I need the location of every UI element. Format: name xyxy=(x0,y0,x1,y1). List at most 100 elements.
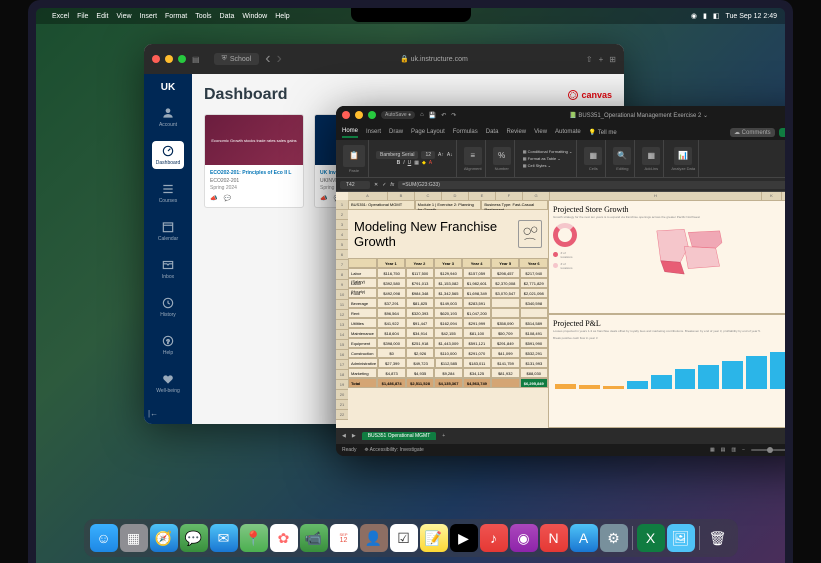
dock-music[interactable]: ♪ xyxy=(480,524,508,552)
tab-automate[interactable]: Automate xyxy=(555,127,581,137)
bold-button[interactable]: B xyxy=(397,160,401,166)
title-cell[interactable]: Module 1 | Exercise 2: Planning for Grow… xyxy=(415,200,482,210)
tab-review[interactable]: Review xyxy=(506,127,526,137)
share-icon[interactable]: ⇧ xyxy=(586,55,593,64)
announcements-icon[interactable]: 📣 xyxy=(320,195,327,202)
chart-store-growth[interactable]: Projected Store Growth Growth strategy f… xyxy=(548,200,785,314)
forward-icon[interactable]: › xyxy=(277,50,282,68)
underline-button[interactable]: U xyxy=(408,160,412,166)
fx-icon[interactable]: fx xyxy=(390,182,394,188)
sidebar-help[interactable]: ?Help xyxy=(152,331,184,359)
url-bar[interactable]: 🔒 uk.instructure.com xyxy=(288,55,580,63)
dock-settings[interactable]: ⚙ xyxy=(600,524,628,552)
dock-safari[interactable]: 🧭 xyxy=(150,524,178,552)
menu-help[interactable]: Help xyxy=(275,13,289,20)
italic-button[interactable]: I xyxy=(403,160,404,166)
font-color-button[interactable]: A xyxy=(429,160,432,166)
menu-format[interactable]: Format xyxy=(165,13,187,20)
tab-draw[interactable]: Draw xyxy=(389,127,403,137)
status-accessibility[interactable]: ⛯ Accessibility: Investigate xyxy=(364,447,423,453)
dock-launchpad[interactable]: ▦ xyxy=(120,524,148,552)
cancel-icon[interactable]: ✕ xyxy=(374,182,378,188)
undo-icon[interactable]: ↶ xyxy=(441,112,446,119)
menu-tools[interactable]: Tools xyxy=(195,13,211,20)
share-button[interactable]: ☁ Share ⌄ xyxy=(779,128,785,137)
close-button[interactable] xyxy=(152,55,160,63)
zoom-out-icon[interactable]: − xyxy=(742,447,745,453)
sidebar-wellbeing[interactable]: Well-being xyxy=(152,369,184,397)
menu-insert[interactable]: Insert xyxy=(140,13,158,20)
dock-photos[interactable]: ✿ xyxy=(270,524,298,552)
alignment-button[interactable]: ≡ xyxy=(464,147,482,165)
sidebar-calendar[interactable]: Calendar xyxy=(152,217,184,245)
enter-icon[interactable]: ✓ xyxy=(382,182,386,188)
view-break-icon[interactable]: ▥ xyxy=(731,447,736,453)
analyze-button[interactable]: 📊 xyxy=(674,147,692,165)
course-card[interactable]: Economic Growth stocks trade rates sales… xyxy=(204,114,304,208)
dock-mail[interactable]: ✉ xyxy=(210,524,238,552)
spreadsheet[interactable]: ABCDEFGHKLM 1234567891011121314151617181… xyxy=(336,192,785,428)
cells-button[interactable]: ▦ xyxy=(584,147,602,165)
dock-reminders[interactable]: ☑ xyxy=(390,524,418,552)
wifi-icon[interactable]: ◉ xyxy=(691,12,697,20)
dock-trash[interactable]: 🗑 xyxy=(704,524,732,552)
maximize-button[interactable] xyxy=(178,55,186,63)
announcements-icon[interactable]: 📣 xyxy=(210,195,217,202)
menu-data[interactable]: Data xyxy=(220,13,235,20)
menu-window[interactable]: Window xyxy=(242,13,267,20)
control-center-icon[interactable]: ◧ xyxy=(713,12,720,20)
add-sheet-icon[interactable]: + xyxy=(442,433,445,439)
view-normal-icon[interactable]: ▦ xyxy=(710,447,715,453)
menu-file[interactable]: File xyxy=(77,13,88,20)
comments-button[interactable]: ☁ Comments xyxy=(730,128,775,137)
sidebar-dashboard[interactable]: Dashboard xyxy=(152,141,184,169)
sidebar-account[interactable]: Account xyxy=(152,103,184,131)
dock-excel[interactable]: X xyxy=(637,524,665,552)
browser-tab[interactable]: ⛨ School xyxy=(214,53,260,65)
increase-font-icon[interactable]: A↑ xyxy=(438,152,444,158)
tellme-search[interactable]: 💡 Tell me xyxy=(589,129,617,136)
dock-appstore[interactable]: A xyxy=(570,524,598,552)
border-button[interactable]: ▦ xyxy=(414,160,419,166)
sidebar-inbox[interactable]: Inbox xyxy=(152,255,184,283)
dock-contacts[interactable]: 👤 xyxy=(360,524,388,552)
tab-page-layout[interactable]: Page Layout xyxy=(411,127,445,137)
formula-input[interactable]: =SUM(G23:G33) xyxy=(398,181,785,189)
cell-styles-button[interactable]: ▦ Cell Styles ⌄ xyxy=(523,163,551,168)
sheet-tab[interactable]: BUS351 Operational MGMT xyxy=(362,432,437,440)
view-page-icon[interactable]: ▤ xyxy=(721,447,726,453)
font-select[interactable]: Bamberg Serial xyxy=(376,151,418,159)
dock-tv[interactable]: ▶ xyxy=(450,524,478,552)
home-icon[interactable]: ⌂ xyxy=(420,112,424,118)
dock-maps[interactable]: 📍 xyxy=(240,524,268,552)
prev-sheet-icon[interactable]: ◀ xyxy=(342,433,346,439)
dock-messages[interactable]: 💬 xyxy=(180,524,208,552)
fill-color-button[interactable]: ◆ xyxy=(422,160,426,166)
save-icon[interactable]: 💾 xyxy=(429,112,436,119)
name-box[interactable]: T42 xyxy=(340,181,370,189)
tab-formulas[interactable]: Formulas xyxy=(453,127,478,137)
dock-preview[interactable]: 🖼 xyxy=(667,524,695,552)
dock-calendar[interactable]: SEP12 xyxy=(330,524,358,552)
title-cell[interactable]: BUS351: Operational MGMT xyxy=(348,200,415,210)
sidebar-collapse-icon[interactable]: |← xyxy=(148,409,158,418)
dock-news[interactable]: N xyxy=(540,524,568,552)
sidebar-toggle-icon[interactable]: ▤ xyxy=(192,55,200,64)
dock-notes[interactable]: 📝 xyxy=(420,524,448,552)
decrease-font-icon[interactable]: A↓ xyxy=(447,152,453,158)
paste-button[interactable]: 📋 xyxy=(343,145,365,167)
filename[interactable]: 📗 BUS351_Operational Management Exercise… xyxy=(461,112,785,119)
app-name[interactable]: Excel xyxy=(52,13,69,20)
sidebar-courses[interactable]: Courses xyxy=(152,179,184,207)
editing-button[interactable]: 🔍 xyxy=(613,147,631,165)
maximize-button[interactable] xyxy=(368,111,376,119)
datetime[interactable]: Tue Sep 12 2:49 xyxy=(725,13,777,20)
redo-icon[interactable]: ↷ xyxy=(451,112,456,119)
zoom-slider[interactable] xyxy=(751,449,785,451)
dock-facetime[interactable]: 📹 xyxy=(300,524,328,552)
next-sheet-icon[interactable]: ▶ xyxy=(352,433,356,439)
title-cell[interactable]: Business Type: Fast-Casual Restaurant xyxy=(481,200,548,210)
sheet-heading[interactable]: Modeling New Franchise Growth xyxy=(348,210,548,258)
font-size-select[interactable]: 12 xyxy=(421,151,435,159)
close-button[interactable] xyxy=(342,111,350,119)
